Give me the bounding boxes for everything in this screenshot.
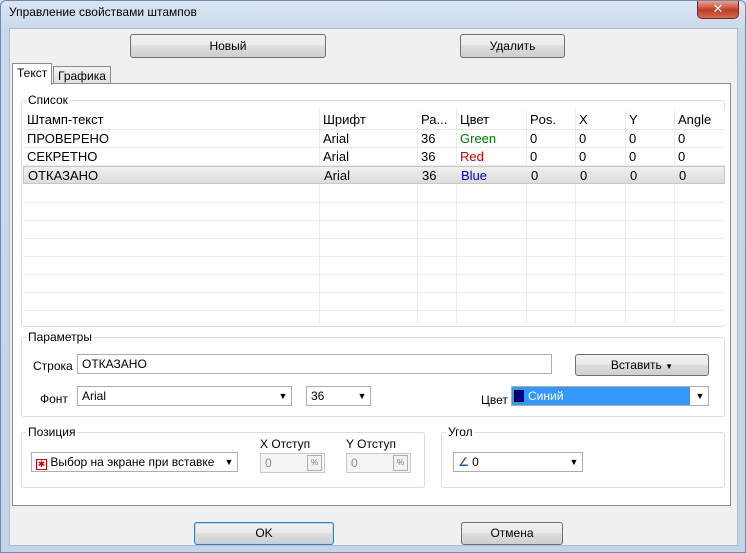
angle-icon: ∠ xyxy=(458,455,469,469)
chevron-down-icon: ▼ xyxy=(357,391,367,401)
x-offset-label: X Отступ xyxy=(260,437,311,451)
title-bar[interactable]: Управление свойствами штампов ✕ xyxy=(1,1,745,27)
tab-text[interactable]: Текст xyxy=(12,63,53,85)
ok-button[interactable]: OK xyxy=(194,522,334,545)
chevron-down-icon: ▼ xyxy=(569,457,579,467)
cell-font: Arial xyxy=(323,131,350,146)
close-button[interactable]: ✕ xyxy=(697,1,739,19)
angle-value: 0 xyxy=(472,455,479,469)
y-offset-value: 0 xyxy=(351,456,358,470)
color-select-value: Синий xyxy=(528,389,564,403)
col-header-angle[interactable]: Angle xyxy=(674,110,725,130)
cell-angle: 0 xyxy=(678,131,686,146)
cell-font: Arial xyxy=(324,168,351,183)
cancel-button[interactable]: Отмена xyxy=(461,522,563,545)
position-group-label: Позиция xyxy=(26,425,78,439)
chevron-down-icon: ▼ xyxy=(665,362,674,371)
cell-angle: 0 xyxy=(679,168,687,183)
cell-color: Red xyxy=(460,149,484,164)
col-header-x[interactable]: X xyxy=(575,110,625,130)
cell-y: 0 xyxy=(629,149,637,164)
chevron-down-icon: ▼ xyxy=(695,391,705,401)
cell-x: 0 xyxy=(579,149,587,164)
table-row-selected[interactable]: ОТКАЗАНО Arial 36 Blue 0 0 0 0 xyxy=(23,166,725,184)
font-select-value: Arial xyxy=(82,389,107,403)
table-row[interactable]: СЕКРЕТНО Arial 36 Red 0 0 0 0 xyxy=(23,148,725,166)
x-offset-input[interactable]: 0 % xyxy=(260,453,325,473)
percent-icon[interactable]: % xyxy=(393,455,408,471)
insert-button-label: Вставить xyxy=(610,358,662,372)
cell-y: 0 xyxy=(630,168,638,183)
empty-row xyxy=(23,203,725,221)
cell-x: 0 xyxy=(579,131,587,146)
window-title: Управление свойствами штампов xyxy=(9,5,197,19)
color-label: Цвет xyxy=(481,393,508,407)
col-header-color[interactable]: Цвет xyxy=(456,110,526,130)
string-input[interactable]: ОТКАЗАНО xyxy=(77,354,552,374)
col-header-pos[interactable]: Pos. xyxy=(526,110,575,130)
empty-row xyxy=(23,257,725,275)
col-header-y[interactable]: Y xyxy=(625,110,674,130)
cell-x: 0 xyxy=(580,168,588,183)
percent-icon[interactable]: % xyxy=(307,455,322,471)
cell-color: Blue xyxy=(461,168,488,183)
color-select[interactable]: Синий ▼ xyxy=(511,386,709,406)
col-header-size[interactable]: Ра... xyxy=(417,110,456,130)
color-select-highlight: Синий xyxy=(512,387,690,405)
font-size-select[interactable]: 36 ▼ xyxy=(306,386,371,406)
position-mode-select[interactable]: ✱ Выбор на экране при вставке ▼ xyxy=(31,452,238,472)
cell-text: СЕКРЕТНО xyxy=(27,149,98,164)
cell-color: Green xyxy=(460,131,497,146)
chevron-down-icon: ▼ xyxy=(278,391,288,401)
angle-group-label: Угол xyxy=(446,425,475,439)
x-offset-value: 0 xyxy=(265,456,272,470)
position-mode-value: Выбор на экране при вставке xyxy=(50,455,215,469)
empty-row xyxy=(23,185,725,203)
new-button[interactable]: Новый xyxy=(130,34,326,58)
list-group-label: Список xyxy=(26,93,70,107)
cell-size: 36 xyxy=(421,149,436,164)
col-header-font[interactable]: Шрифт xyxy=(319,110,417,130)
tab-graphics[interactable]: Графика xyxy=(53,66,111,84)
string-label: Строка xyxy=(33,359,73,373)
y-offset-label: Y Отступ xyxy=(346,437,396,451)
crosshair-icon: ✱ xyxy=(36,459,47,470)
y-offset-input[interactable]: 0 % xyxy=(346,453,411,473)
chevron-down-icon: ▼ xyxy=(224,457,234,467)
tab-panel-text: Список Штамп-текст Шрифт Ра... Цвет Pos.… xyxy=(12,83,731,506)
insert-button[interactable]: Вставить ▼ xyxy=(575,354,709,376)
empty-row xyxy=(23,275,725,293)
dialog-client: Новый Удалить Текст Графика Список Штамп… xyxy=(9,28,738,546)
color-swatch xyxy=(514,390,524,402)
angle-select[interactable]: ∠ 0 ▼ xyxy=(453,452,583,472)
empty-row xyxy=(23,221,725,239)
delete-button[interactable]: Удалить xyxy=(460,34,565,58)
cell-y: 0 xyxy=(629,131,637,146)
cell-size: 36 xyxy=(422,168,437,183)
cell-text: ПРОВЕРЕНО xyxy=(27,131,110,146)
dialog-window: Управление свойствами штампов ✕ Новый Уд… xyxy=(0,0,746,553)
table-row[interactable]: ПРОВЕРЕНО Arial 36 Green 0 0 0 0 xyxy=(23,130,725,148)
params-group-label: Параметры xyxy=(26,330,94,344)
empty-row xyxy=(23,293,725,311)
empty-row xyxy=(23,239,725,257)
col-header-text[interactable]: Штамп-текст xyxy=(23,110,319,130)
cell-text: ОТКАЗАНО xyxy=(28,168,99,183)
font-label: Фонт xyxy=(40,392,68,406)
cell-size: 36 xyxy=(421,131,436,146)
font-size-value: 36 xyxy=(311,389,325,403)
cell-angle: 0 xyxy=(678,149,686,164)
font-select[interactable]: Arial ▼ xyxy=(77,386,292,406)
cell-pos: 0 xyxy=(530,131,538,146)
cell-pos: 0 xyxy=(531,168,539,183)
cell-font: Arial xyxy=(323,149,350,164)
list-header: Штамп-текст Шрифт Ра... Цвет Pos. X Y An… xyxy=(23,110,725,130)
cell-pos: 0 xyxy=(530,149,538,164)
stamp-list[interactable]: Штамп-текст Шрифт Ра... Цвет Pos. X Y An… xyxy=(23,110,725,324)
